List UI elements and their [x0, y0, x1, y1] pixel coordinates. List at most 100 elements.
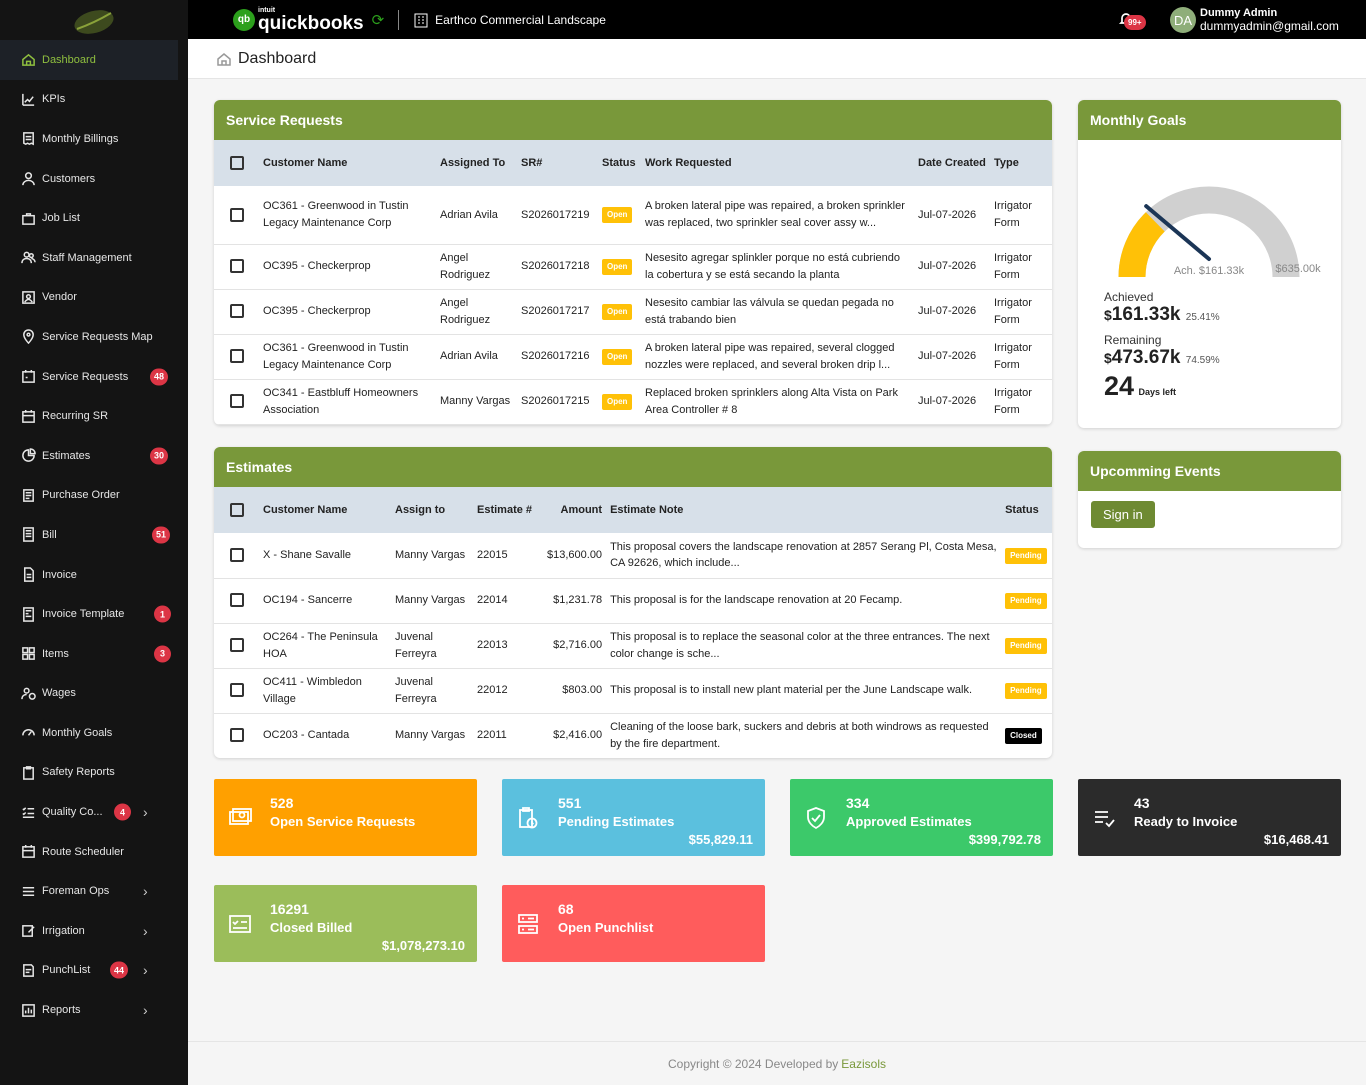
table-row[interactable]: OC341 - Eastbluff Homeowners Association… [214, 379, 1052, 425]
chevron-right-icon[interactable]: › [143, 962, 148, 978]
sidebar-item-invoice[interactable]: Invoice [0, 555, 188, 595]
sidebar-item-wages[interactable]: Wages [0, 674, 188, 714]
table-row[interactable]: OC395 - Checkerprop Angel Rodriguez S20260… [214, 289, 1052, 335]
chevron-right-icon[interactable]: › [143, 883, 148, 899]
tile-label: Open Punchlist [558, 920, 654, 935]
amount-cell: $1,231.78 [543, 578, 607, 624]
work-requested-cell: Nesesito cambiar las válvula se quedan p… [641, 289, 914, 335]
column-header[interactable]: Work Requested [641, 140, 914, 186]
developer-link[interactable]: Eazisols [841, 1057, 886, 1071]
sr-number-cell: S2026017217 [517, 289, 598, 335]
table-row[interactable]: OC411 - Wimbledon Village Juvenal Ferreyr… [214, 668, 1052, 714]
sidebar-item-label: Reports [42, 1004, 81, 1017]
sidebar-item-monthly-billings[interactable]: Monthly Billings [0, 119, 188, 159]
table-row[interactable]: OC203 - Cantada Manny Vargas 22011 $2,416.0… [214, 713, 1052, 758]
row-checkbox[interactable] [230, 207, 244, 222]
table-header-row: Customer Name Assigned To SR# Status Work Re… [214, 140, 1052, 186]
row-checkbox[interactable] [230, 638, 244, 653]
sidebar-item-items[interactable]: Items 3 [0, 634, 188, 674]
sync-icon[interactable]: ⟳ [372, 11, 385, 29]
column-header[interactable]: Status [1001, 487, 1052, 533]
calendar-icon [20, 408, 36, 424]
column-header[interactable]: Customer Name [259, 140, 436, 186]
tile-count: 528 [270, 795, 294, 811]
table-row[interactable]: OC361 - Greenwood in Tustin Legacy Maint… [214, 334, 1052, 380]
estimate-note-cell: This proposal is to replace the seasonal… [606, 623, 1002, 669]
company-selector[interactable]: Earthco Commercial Landscape [413, 12, 606, 28]
column-header[interactable]: Estimate # [473, 487, 543, 533]
goals-gauge: Ach. $161.33k $635.00k [1118, 186, 1321, 278]
column-header[interactable]: Amount [543, 487, 606, 533]
column-header[interactable]: Assign to [391, 487, 473, 533]
sidebar-item-dashboard[interactable]: Dashboard [0, 40, 178, 80]
sidebar-item-monthly-goals[interactable]: Monthly Goals [0, 713, 188, 753]
sidebar-item-invoice-template[interactable]: Invoice Template 1 [0, 594, 188, 634]
assign-cell: Manny Vargas [391, 713, 473, 758]
table-row[interactable]: OC194 - Sancerre Manny Vargas 22014 $1,231.… [214, 578, 1052, 624]
stat-tile-open-punchlist[interactable]: 68 Open Punchlist [502, 885, 765, 962]
sidebar-item-staff-management[interactable]: Staff Management [0, 238, 188, 278]
select-all-checkbox[interactable] [230, 156, 244, 170]
row-checkbox[interactable] [230, 259, 244, 274]
stat-tile-pending-estimates[interactable]: 551 Pending Estimates $55,829.11 [502, 779, 765, 856]
quickbooks-logo[interactable]: qb intuit quickbooks ⟳ [233, 7, 384, 33]
column-header[interactable]: Date Created [914, 140, 990, 186]
stat-tile-open-service-requests[interactable]: 528 Open Service Requests [214, 779, 477, 856]
sidebar-item-recurring-sr[interactable]: Recurring SR [0, 396, 188, 436]
sidebar-item-route-scheduler[interactable]: Route Scheduler [0, 832, 188, 872]
sidebar-item-foreman-ops[interactable]: Foreman Ops › [0, 871, 188, 911]
sidebar-item-customers[interactable]: Customers [0, 159, 188, 199]
chevron-right-icon[interactable]: › [143, 923, 148, 939]
sidebar-item-irrigation[interactable]: Irrigation › [0, 911, 188, 951]
sidebar-item-estimates[interactable]: Estimates 30 [0, 436, 188, 476]
stat-tile-approved-estimates[interactable]: 334 Approved Estimates $399,792.78 [790, 779, 1053, 856]
status-badge: Pending [1005, 638, 1047, 654]
chevron-right-icon[interactable]: › [143, 1002, 148, 1018]
chevron-right-icon[interactable]: › [143, 804, 148, 820]
sidebar-item-vendor[interactable]: Vendor [0, 278, 188, 318]
column-header[interactable]: Type [990, 140, 1052, 186]
assign-cell: Manny Vargas [391, 533, 473, 579]
column-header[interactable]: SR# [517, 140, 598, 186]
sidebar-item-service-requests[interactable]: Service Requests 48 [0, 357, 188, 397]
building-icon [414, 13, 428, 27]
tile-count: 68 [558, 901, 574, 917]
app-logo[interactable] [0, 0, 188, 40]
table-row[interactable]: OC395 - Checkerprop Angel Rodriguez S20260… [214, 244, 1052, 290]
sidebar-item-kpis[interactable]: KPIs [0, 80, 188, 120]
select-all-checkbox[interactable] [230, 503, 244, 517]
sidebar-item-label: Job List [42, 212, 80, 225]
user-menu[interactable]: DA Dummy Admin dummyadmin@gmail.com [1170, 7, 1339, 34]
sidebar-item-safety-reports[interactable]: Safety Reports [0, 753, 188, 793]
sidebar-item-bill[interactable]: Bill 51 [0, 515, 188, 555]
table-row[interactable]: X - Shane Savalle Manny Vargas 22015 $13,60… [214, 533, 1052, 579]
column-header[interactable]: Estimate Note [606, 487, 1001, 533]
column-header[interactable]: Status [598, 140, 641, 186]
notification-badge: 99+ [1124, 15, 1146, 30]
row-checkbox[interactable] [230, 304, 244, 319]
column-header[interactable]: Customer Name [259, 487, 391, 533]
sidebar-item-punchlist[interactable]: PunchList 44 › [0, 951, 188, 991]
row-checkbox[interactable] [230, 593, 244, 608]
table-row[interactable]: OC361 - Greenwood in Tustin Legacy Maint… [214, 186, 1052, 245]
sidebar-item-quality-co[interactable]: Quality Co... 4 › [0, 792, 188, 832]
vendor-icon [20, 289, 36, 305]
row-checkbox[interactable] [230, 349, 244, 364]
sign-in-button[interactable]: Sign in [1091, 501, 1155, 528]
work-requested-cell: Nesesito agregar splinkler porque no est… [641, 244, 914, 290]
tile-amount: $399,792.78 [968, 832, 1041, 847]
row-checkbox[interactable] [230, 728, 244, 743]
notifications-button[interactable]: 99+ [1118, 11, 1146, 30]
row-checkbox[interactable] [230, 683, 244, 698]
table-row[interactable]: OC264 - The Peninsula HOA Juvenal Ferreyr… [214, 623, 1052, 669]
sidebar-item-reports[interactable]: Reports › [0, 990, 188, 1030]
sidebar-item-purchase-order[interactable]: Purchase Order [0, 476, 188, 516]
stat-tile-ready-to-invoice[interactable]: 43 Ready to Invoice $16,468.41 [1078, 779, 1341, 856]
tile-label: Open Service Requests [270, 814, 416, 829]
row-checkbox[interactable] [230, 548, 244, 563]
column-header[interactable]: Assigned To [436, 140, 517, 186]
sidebar-item-job-list[interactable]: Job List [0, 198, 188, 238]
sidebar-item-service-requests-map[interactable]: Service Requests Map [0, 317, 188, 357]
stat-tile-closed-billed[interactable]: 16291 Closed Billed $1,078,273.10 [214, 885, 477, 962]
row-checkbox[interactable] [230, 394, 244, 409]
